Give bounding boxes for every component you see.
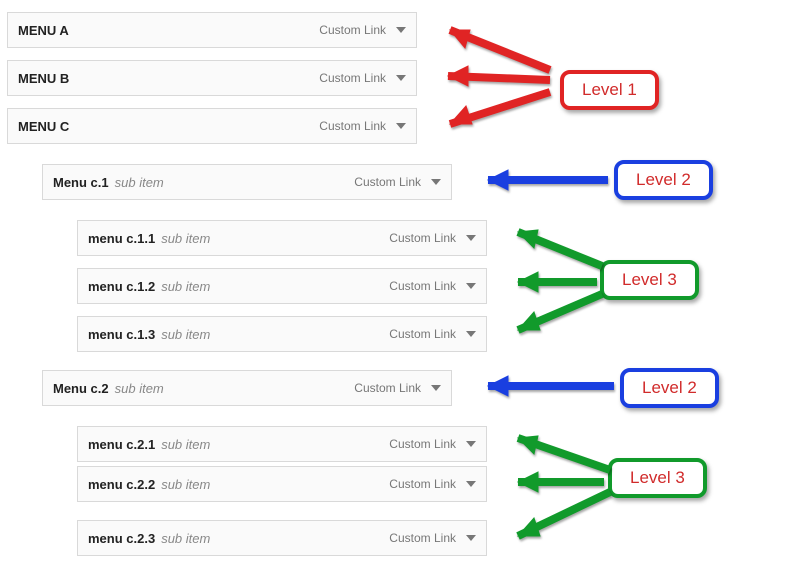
- caret-down-icon[interactable]: [466, 331, 476, 337]
- menu-item-subnote: sub item: [115, 381, 164, 396]
- menu-item-label: MENU A: [18, 23, 69, 38]
- menu-item-label: menu c.1.3: [88, 327, 155, 342]
- menu-item-subnote: sub item: [161, 231, 210, 246]
- menu-item-subnote: sub item: [161, 279, 210, 294]
- menu-item-c23[interactable]: menu c.2.3 sub item Custom Link: [77, 520, 487, 556]
- menu-item-type: Custom Link: [389, 477, 456, 491]
- menu-item-c1[interactable]: Menu c.1 sub item Custom Link: [42, 164, 452, 200]
- caret-down-icon[interactable]: [431, 179, 441, 185]
- menu-item-label: Menu c.2: [53, 381, 109, 396]
- menu-item-type: Custom Link: [354, 175, 421, 189]
- menu-item-type: Custom Link: [389, 327, 456, 341]
- menu-item-type: Custom Link: [389, 531, 456, 545]
- arrow-icon: [458, 160, 618, 220]
- caret-down-icon[interactable]: [396, 123, 406, 129]
- menu-item-label: menu c.2.3: [88, 531, 155, 546]
- arrow-icon: [458, 366, 618, 426]
- menu-item-c21[interactable]: menu c.2.1 sub item Custom Link: [77, 426, 487, 462]
- badge-label: Level 1: [582, 80, 637, 99]
- badge-level-3: Level 3: [600, 260, 699, 300]
- badge-label: Level 3: [630, 468, 685, 487]
- menu-item-subnote: sub item: [161, 477, 210, 492]
- menu-item-type: Custom Link: [319, 119, 386, 133]
- menu-item-subnote: sub item: [161, 327, 210, 342]
- badge-label: Level 2: [642, 378, 697, 397]
- menu-item-type: Custom Link: [389, 437, 456, 451]
- menu-item-type: Custom Link: [354, 381, 421, 395]
- arrow-icon: [420, 82, 580, 142]
- caret-down-icon[interactable]: [431, 385, 441, 391]
- menu-item-c13[interactable]: menu c.1.3 sub item Custom Link: [77, 316, 487, 352]
- caret-down-icon[interactable]: [466, 441, 476, 447]
- menu-item-subnote: sub item: [161, 531, 210, 546]
- menu-item-label: menu c.1.2: [88, 279, 155, 294]
- badge-level-2: Level 2: [614, 160, 713, 200]
- menu-item-c22[interactable]: menu c.2.2 sub item Custom Link: [77, 466, 487, 502]
- menu-item-label: MENU B: [18, 71, 69, 86]
- menu-item-b[interactable]: MENU B Custom Link: [7, 60, 417, 96]
- menu-item-label: menu c.1.1: [88, 231, 155, 246]
- menu-item-subnote: sub item: [161, 437, 210, 452]
- menu-item-subnote: sub item: [115, 175, 164, 190]
- menu-item-label: menu c.2.1: [88, 437, 155, 452]
- menu-item-type: Custom Link: [389, 231, 456, 245]
- caret-down-icon[interactable]: [396, 75, 406, 81]
- caret-down-icon[interactable]: [396, 27, 406, 33]
- menu-item-type: Custom Link: [319, 23, 386, 37]
- menu-item-type: Custom Link: [319, 71, 386, 85]
- arrow-icon: [420, 10, 580, 70]
- badge-level-2b: Level 2: [620, 368, 719, 408]
- menu-item-label: MENU C: [18, 119, 69, 134]
- menu-item-label: menu c.2.2: [88, 477, 155, 492]
- menu-item-a[interactable]: MENU A Custom Link: [7, 12, 417, 48]
- menu-item-c12[interactable]: menu c.1.2 sub item Custom Link: [77, 268, 487, 304]
- badge-level-1: Level 1: [560, 70, 659, 110]
- menu-item-type: Custom Link: [389, 279, 456, 293]
- caret-down-icon[interactable]: [466, 235, 476, 241]
- menu-item-label: Menu c.1: [53, 175, 109, 190]
- arrow-icon: [420, 56, 580, 116]
- caret-down-icon[interactable]: [466, 535, 476, 541]
- caret-down-icon[interactable]: [466, 481, 476, 487]
- badge-level-3b: Level 3: [608, 458, 707, 498]
- menu-item-c2[interactable]: Menu c.2 sub item Custom Link: [42, 370, 452, 406]
- caret-down-icon[interactable]: [466, 283, 476, 289]
- menu-item-c11[interactable]: menu c.1.1 sub item Custom Link: [77, 220, 487, 256]
- badge-label: Level 3: [622, 270, 677, 289]
- badge-label: Level 2: [636, 170, 691, 189]
- menu-item-c[interactable]: MENU C Custom Link: [7, 108, 417, 144]
